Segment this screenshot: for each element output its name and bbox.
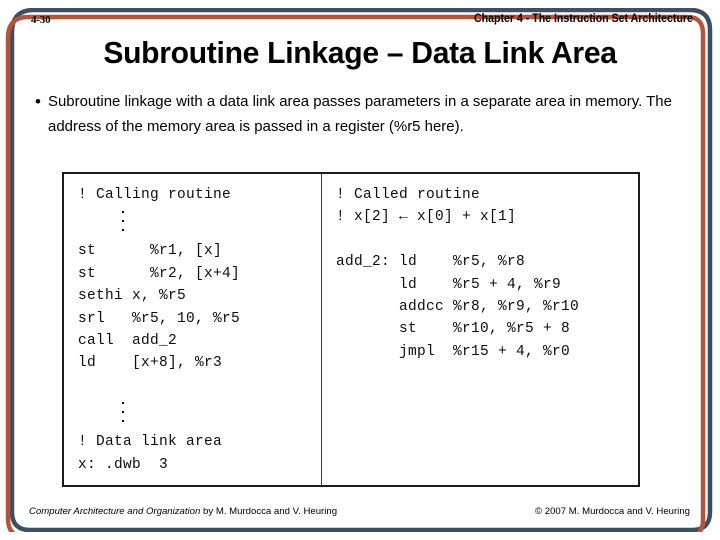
code-line: ! Calling routine bbox=[78, 187, 232, 203]
page-number: 4-30 bbox=[31, 14, 51, 26]
vertical-ellipsis bbox=[78, 206, 318, 240]
bullet-marker: • bbox=[35, 92, 41, 111]
code-line: addcc %r8, %r9, %r10 bbox=[336, 298, 580, 315]
slide-canvas: 4-30 Chapter 4 - The Instruction Set Arc… bbox=[0, 0, 720, 540]
list-item: • Subroutine linkage with a data link ar… bbox=[28, 90, 688, 139]
code-line: jmpl %r15 + 4, %r0 bbox=[336, 343, 571, 360]
code-line: call add_2 bbox=[78, 332, 178, 349]
footer-copyright: © 2007 M. Murdocca and V. Heuring bbox=[535, 506, 690, 517]
footer-byline: by M. Murdocca and V. Heuring bbox=[200, 506, 338, 517]
page-title: Subroutine Linkage – Data Link Area bbox=[103, 35, 617, 70]
code-line: st %r1, [x] bbox=[78, 243, 223, 260]
code-listing-box: ! Calling routine st %r1, [x] st %r2, [x+4… bbox=[62, 172, 640, 487]
chapter-title: Chapter 4 - The Instruction Set Architec… bbox=[474, 13, 693, 25]
code-line: add_2: ld %r5, %r8 bbox=[336, 254, 526, 271]
bullet-list: • Subroutine linkage with a data link ar… bbox=[28, 90, 688, 139]
code-column-divider bbox=[321, 174, 322, 485]
code-line: ld %r5 + 4, %r9 bbox=[336, 276, 562, 293]
code-line: sethi x, %r5 bbox=[78, 288, 187, 305]
code-line: ! Called routine bbox=[336, 187, 481, 203]
code-line: x: .dwb 3 bbox=[78, 456, 169, 473]
footer-book-title: Computer Architecture and Organization bbox=[29, 506, 201, 517]
code-line: ! x[2] ← x[0] + x[1] bbox=[336, 209, 517, 226]
code-column-calling-routine: ! Calling routine st %r1, [x] st %r2, [x+4… bbox=[78, 184, 318, 476]
code-line: srl %r5, 10, %r5 bbox=[78, 310, 241, 327]
code-column-called-routine: ! Called routine ! x[2] ← x[0] + x[1] add_… bbox=[336, 184, 636, 363]
bullet-item-text: Subroutine linkage with a data link area… bbox=[48, 93, 672, 135]
code-line: st %r10, %r5 + 8 bbox=[336, 321, 571, 338]
code-line: ! Data link area bbox=[78, 434, 223, 451]
footer-attribution: Computer Architecture and Organization b… bbox=[29, 506, 337, 517]
vertical-ellipsis bbox=[78, 397, 318, 431]
code-line: ld [x+8], %r3 bbox=[78, 355, 223, 372]
code-line: st %r2, [x+4] bbox=[78, 265, 241, 282]
